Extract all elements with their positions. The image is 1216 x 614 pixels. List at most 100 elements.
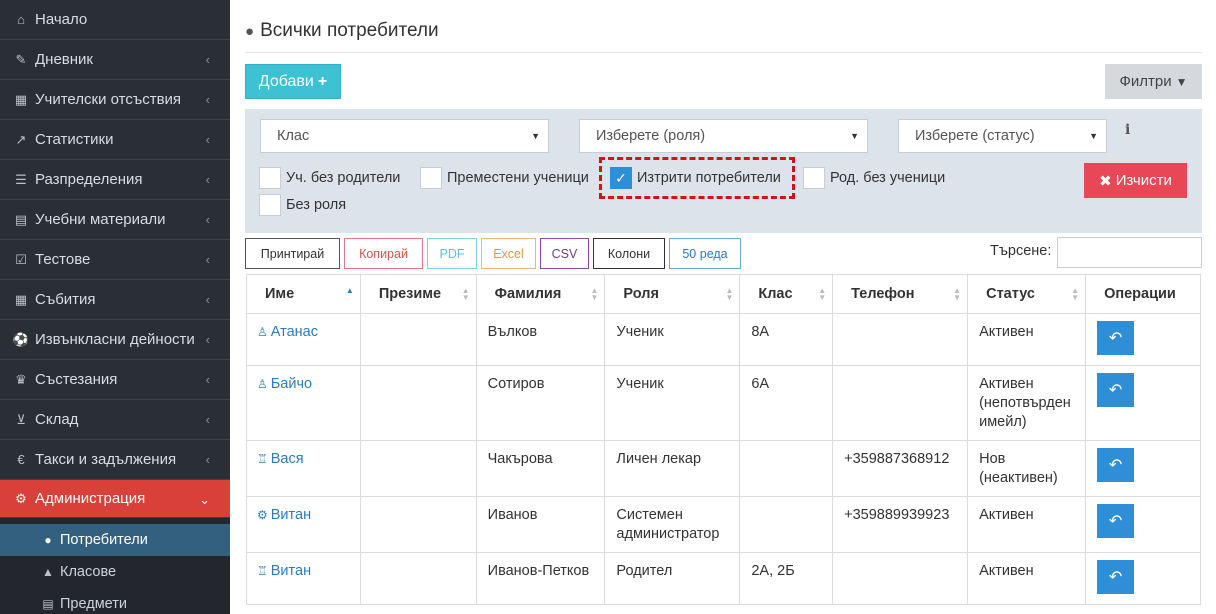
rows-per-page-button[interactable]: 50 реда: [669, 238, 741, 269]
calendar-x-icon: ▦: [14, 91, 28, 107]
checkbox-label: Род. без ученици: [830, 170, 946, 186]
user-name-link[interactable]: Атанас: [271, 324, 318, 340]
restore-button[interactable]: ↶: [1097, 373, 1135, 407]
caret-down-icon: ▼: [850, 131, 859, 141]
sidebar-subitem[interactable]: ▤ Предмети: [0, 588, 230, 614]
column-header-status[interactable]: Статус ▲ ▼: [967, 274, 1087, 314]
cell-last-name: Вълков: [475, 313, 606, 366]
sort-icon: ▲ ▼: [1071, 286, 1080, 302]
chevron-left-icon: ‹: [205, 52, 210, 67]
cell-class: [739, 440, 834, 497]
checkbox-box[interactable]: [803, 167, 825, 189]
add-button[interactable]: Добави +: [245, 64, 341, 99]
sidebar-subitem[interactable]: ● Потребители: [0, 524, 230, 556]
checkbox-students-without-parents[interactable]: Уч. без родители: [259, 167, 400, 189]
column-header-class[interactable]: Клас ▲ ▼: [739, 274, 834, 314]
table-row: ⚙ Витан Иванов Системен администратор +35988…: [246, 496, 1201, 553]
class-select[interactable]: Клас ▼: [260, 119, 549, 153]
cell-class: [739, 496, 834, 553]
sidebar: ⌂ Начало ✎ Дневник ‹ ▦ Учителски отсъствия ‹ ↗ Ст…: [0, 0, 230, 614]
cell-role: Системен администратор: [604, 496, 741, 553]
cell-name[interactable]: ♖ Вася: [246, 440, 361, 497]
excel-button[interactable]: Excel: [481, 238, 536, 269]
print-label: Принтирай: [260, 246, 325, 261]
checkbox-box[interactable]: [259, 194, 281, 216]
sidebar-item[interactable]: € Такси и задължения ‹: [0, 440, 230, 480]
checkbox-box[interactable]: [420, 167, 442, 189]
column-header-name[interactable]: Име ▲: [246, 274, 361, 314]
restore-button[interactable]: ↶: [1097, 448, 1135, 482]
sidebar-item[interactable]: ▦ Събития ‹: [0, 280, 230, 320]
sort-asc-icon: ▲: [345, 286, 354, 295]
sidebar-item[interactable]: ♛ Състезания ‹: [0, 360, 230, 400]
sidebar-item[interactable]: ☰ Разпределения ‹: [0, 160, 230, 200]
check-square-icon: ☑: [15, 251, 27, 267]
sort-icon: ▲ ▼: [725, 286, 734, 302]
sidebar-item-label: Такси и задължения: [35, 451, 177, 468]
sidebar-item[interactable]: ▤ Учебни материали ‹: [0, 200, 230, 240]
sidebar-item[interactable]: ↗ Статистики ‹: [0, 120, 230, 160]
cell-name[interactable]: ♙ Байчо: [246, 365, 361, 441]
user-name-link[interactable]: Витан: [271, 563, 311, 579]
filter-panel: Клас ▼ Изберете (роля) ▼ Изберете (стату…: [245, 109, 1202, 233]
checkbox-label: Уч. без родители: [286, 170, 401, 186]
clear-button[interactable]: ✖ Изчисти: [1084, 163, 1187, 198]
cell-phone: [832, 313, 969, 366]
cell-status: Нов (неактивен): [967, 440, 1087, 497]
pdf-button[interactable]: PDF: [427, 238, 477, 269]
info-icon[interactable]: i: [1125, 122, 1130, 138]
sidebar-item[interactable]: ⌂ Начало: [0, 0, 230, 40]
sidebar-item-label: Състезания: [35, 371, 118, 388]
sidebar-item[interactable]: ⚙ Администрация ⌄: [0, 480, 230, 518]
print-button[interactable]: Принтирай: [245, 238, 340, 269]
user-name-link[interactable]: Витан: [271, 507, 311, 523]
cell-last-name: Сотиров: [475, 365, 606, 441]
cell-operations: ↶: [1085, 496, 1201, 553]
parent-icon: ♖: [257, 564, 268, 578]
copy-button[interactable]: Копирай: [344, 238, 423, 269]
doctor-icon: ♖: [257, 452, 268, 466]
column-header-role[interactable]: Роля ▲ ▼: [604, 274, 741, 314]
cell-name[interactable]: ♖ Витан: [246, 552, 361, 605]
checkbox-label: Преместени ученици: [447, 170, 589, 186]
cell-role: Ученик: [604, 365, 741, 441]
status-select[interactable]: Изберете (статус) ▼: [898, 119, 1107, 153]
column-label: Клас: [758, 286, 793, 302]
column-header-middle-name[interactable]: Презиме ▲ ▼: [359, 274, 477, 314]
checkbox-box[interactable]: [259, 167, 281, 189]
column-header-last-name[interactable]: Фамилия ▲ ▼: [475, 274, 606, 314]
role-select[interactable]: Изберете (роля) ▼: [579, 119, 868, 153]
csv-button[interactable]: CSV: [540, 238, 589, 269]
filter-icon: ▼: [1175, 74, 1188, 89]
sidebar-item[interactable]: ⚽ Извънкласни дейности ‹: [0, 320, 230, 360]
cell-role: Личен лекар: [604, 440, 741, 497]
cell-name[interactable]: ♙ Атанас: [246, 313, 361, 366]
page-title-text: Всички потребители: [260, 20, 439, 41]
chevron-left-icon: ‹: [205, 212, 210, 227]
checkbox-parents-without-students[interactable]: Род. без ученици: [803, 167, 945, 189]
cell-class: 2А, 2Б: [739, 552, 834, 605]
column-header-phone[interactable]: Телефон ▲ ▼: [832, 274, 969, 314]
sidebar-item-label: Дневник: [35, 51, 93, 68]
sidebar-item[interactable]: ⊻ Склад ‹: [0, 400, 230, 440]
user-name-link[interactable]: Вася: [271, 451, 304, 467]
restore-button[interactable]: ↶: [1097, 560, 1135, 594]
excel-label: Excel: [493, 246, 524, 261]
sidebar-item[interactable]: ☑ Тестове ‹: [0, 240, 230, 280]
restore-button[interactable]: ↶: [1097, 321, 1135, 355]
sidebar-subitem-label: Потребители: [60, 532, 148, 548]
user-name-link[interactable]: Байчо: [271, 376, 312, 392]
sidebar-submenu: ● Потребители ▲ Класове ▤ Предмети: [0, 518, 230, 614]
book-icon: ▤: [14, 211, 28, 227]
sidebar-subitem[interactable]: ▲ Класове: [0, 556, 230, 588]
sidebar-item[interactable]: ▦ Учителски отсъствия ‹: [0, 80, 230, 120]
restore-button[interactable]: ↶: [1097, 504, 1135, 538]
filters-button[interactable]: Филтри ▼: [1105, 64, 1202, 99]
search-input[interactable]: [1057, 237, 1202, 268]
checkbox-no-role[interactable]: Без роля: [259, 194, 346, 216]
columns-button[interactable]: Колони: [593, 238, 665, 269]
chevron-left-icon: ‹: [205, 92, 210, 107]
checkbox-moved-students[interactable]: Преместени ученици: [420, 167, 589, 189]
sidebar-item[interactable]: ✎ Дневник ‹: [0, 40, 230, 80]
cell-name[interactable]: ⚙ Витан: [246, 496, 361, 553]
